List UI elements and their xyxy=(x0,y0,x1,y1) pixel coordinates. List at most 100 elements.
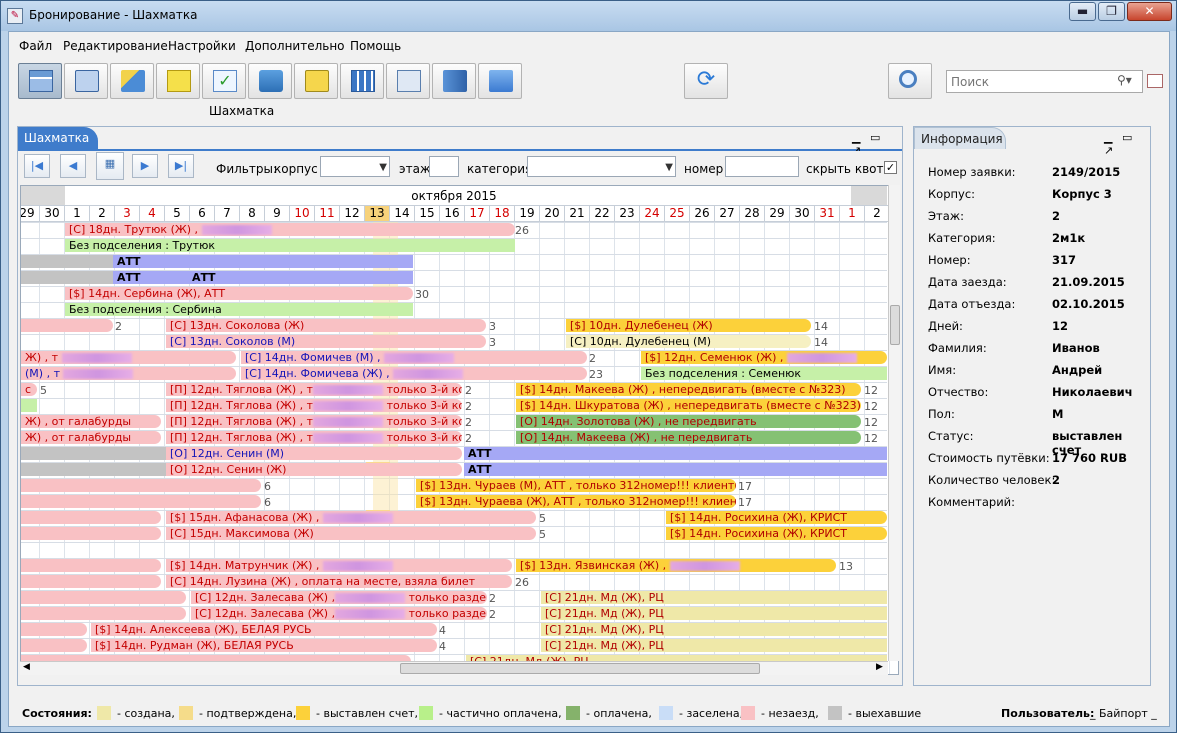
booking-bar[interactable]: (М) , т xyxy=(21,367,236,380)
day-header-cell[interactable]: 26 xyxy=(690,206,715,222)
booking-bar[interactable]: [О] 14дн. Макеева (Ж) , не передвигать xyxy=(516,431,861,444)
close-button[interactable]: ✕ xyxy=(1127,2,1172,21)
booking-bar[interactable] xyxy=(21,591,186,604)
menu-help[interactable]: Помощь xyxy=(350,39,401,53)
calendar-button[interactable]: ▦ xyxy=(96,152,124,180)
booking-bar[interactable] xyxy=(21,463,166,476)
door-button[interactable] xyxy=(432,63,476,99)
booking-bar[interactable]: [$] 14дн. Матрунчик (Ж) , xyxy=(166,559,512,572)
booking-bar[interactable] xyxy=(21,319,113,332)
booking-bar[interactable]: Без подселения : Сербина xyxy=(65,303,413,316)
day-header-cell[interactable]: 20 xyxy=(540,206,565,222)
booking-bar[interactable] xyxy=(21,447,166,460)
booking-bar[interactable]: [$] 14дн. Рудман (Ж), БЕЛАЯ РУСЬ xyxy=(91,639,437,652)
day-header-cell[interactable]: 11 xyxy=(315,206,340,222)
booking-bar[interactable] xyxy=(21,575,161,588)
booking-bar[interactable]: [П] 12дн. Тяглова (Ж) , т только 3-й кор xyxy=(166,431,462,444)
booking-bar[interactable]: [$] 13дн. Язвинская (Ж) , xyxy=(516,559,836,572)
day-header-cell[interactable]: 28 xyxy=(740,206,765,222)
booking-bar[interactable]: [С] 14дн. Фомичева (Ж) , xyxy=(241,367,587,380)
booking-bar[interactable]: [С] 21дн. Мд (Ж), РЦ xyxy=(541,639,887,652)
booking-bar[interactable]: [С] 12дн. Залесава (Ж) , только разде xyxy=(191,591,487,604)
booking-bar[interactable]: [С] 15дн. Максимова (Ж) xyxy=(166,527,536,540)
booking-bar[interactable]: [С] 21дн. Мд (Ж), РЦ xyxy=(541,623,887,636)
vertical-scrollbar[interactable] xyxy=(888,185,900,661)
booking-bar[interactable]: [$] 14дн. Алексеева (Ж), БЕЛАЯ РУСЬ xyxy=(91,623,437,636)
booking-bar[interactable] xyxy=(21,495,261,508)
booking-bar[interactable]: [$] 13дн. Чураев (М), АТТ , только 312но… xyxy=(416,479,736,492)
day-header-cell[interactable]: 6 xyxy=(190,206,215,222)
booking-bar[interactable]: [$] 14дн. Макеева (Ж) , непередвигать (в… xyxy=(516,383,861,396)
search-input[interactable] xyxy=(947,71,1112,92)
booking-bar[interactable]: [С] 14дн. Фомичев (М) , xyxy=(241,351,587,364)
day-header-cell[interactable]: 2 xyxy=(865,206,890,222)
booking-bar[interactable]: [П] 12дн. Тяглова (Ж) , т только 3-й кор xyxy=(166,383,462,396)
scroll-right-arrow-icon[interactable]: ▶ xyxy=(876,662,883,672)
day-header-cell[interactable]: 22 xyxy=(590,206,615,222)
next-page-button[interactable]: ▶ xyxy=(132,154,158,178)
booking-bar[interactable] xyxy=(21,607,186,620)
first-page-button[interactable]: |◀ xyxy=(24,154,50,178)
day-header-cell[interactable]: 12 xyxy=(340,206,365,222)
korpus-select[interactable]: ▼ xyxy=(320,156,390,177)
day-header-cell[interactable]: 9 xyxy=(265,206,290,222)
nomer-field[interactable] xyxy=(725,156,799,177)
day-header-cell[interactable]: 23 xyxy=(615,206,640,222)
folder-button[interactable] xyxy=(156,63,200,99)
horizontal-scroll-thumb[interactable] xyxy=(400,663,760,674)
day-header-cell[interactable]: 8 xyxy=(240,206,265,222)
booking-bar[interactable]: [О] 12дн. Сенин (М) xyxy=(166,447,462,460)
day-header-cell[interactable]: 29 xyxy=(765,206,790,222)
booking-bar[interactable]: [С] 12дн. Залесава (Ж) , только разде xyxy=(191,607,487,620)
booking-bar[interactable]: [С] 13дн. Соколова (Ж) xyxy=(166,319,486,332)
day-header-cell[interactable]: 15 xyxy=(415,206,440,222)
minimize-button[interactable]: ▬ xyxy=(1069,2,1096,21)
day-header-cell[interactable]: 7 xyxy=(215,206,240,222)
day-header-cell[interactable]: 30 xyxy=(40,206,65,222)
tab-chess[interactable]: Шахматка xyxy=(18,127,98,149)
booking-bar[interactable] xyxy=(21,479,261,492)
booking-bar[interactable]: [$] 14дн. Росихина (Ж), КРИСТ xyxy=(666,511,887,524)
booking-bar[interactable]: [П] 12дн. Тяглова (Ж) , т только 3-й кор xyxy=(166,399,462,412)
booking-bar[interactable]: АТТ xyxy=(464,447,887,460)
day-header-cell[interactable]: 25 xyxy=(665,206,690,222)
booking-bar[interactable]: [О] 14дн. Золотова (Ж) , не передвигать xyxy=(516,415,861,428)
booking-bar[interactable]: [$] 15дн. Афанасова (Ж) , xyxy=(166,511,536,524)
chess-grid-button[interactable] xyxy=(18,63,62,99)
day-header-cell[interactable]: 13 xyxy=(365,206,390,222)
booking-bar[interactable]: [С] 10дн. Дулебенец (М) xyxy=(566,335,811,348)
tab-info[interactable]: Информация xyxy=(914,127,1006,149)
day-header-cell[interactable]: 10 xyxy=(290,206,315,222)
day-header-cell[interactable]: 16 xyxy=(440,206,465,222)
maximize-button[interactable]: ❐ xyxy=(1098,2,1125,21)
booking-bar[interactable]: [С] 21дн. Мд (Ж), РЦ xyxy=(541,607,887,620)
menu-settings[interactable]: Настройки xyxy=(168,39,236,53)
booking-bar[interactable]: [С] 21дн. Мд (Ж), РЦ xyxy=(541,591,887,604)
booking-bar[interactable]: Ж) , т xyxy=(21,351,236,364)
horizontal-scrollbar[interactable]: ◀ ▶ xyxy=(20,661,888,675)
hide-quotas-checkbox[interactable]: ✓ xyxy=(884,161,897,174)
day-header-cell[interactable]: 24 xyxy=(640,206,665,222)
last-page-button[interactable]: ▶| xyxy=(168,154,194,178)
menu-edit[interactable]: Редактирование xyxy=(63,39,168,53)
day-header-cell[interactable]: 4 xyxy=(140,206,165,222)
day-header-cell[interactable]: 29 xyxy=(21,206,40,222)
booking-bar[interactable]: Ж) , от галабурды xyxy=(21,415,161,428)
panel-window-controls[interactable]: ▁ ▭ ↗ xyxy=(1104,131,1150,157)
booking-bar[interactable]: [$] 12дн. Семенюк (Ж) , xyxy=(641,351,887,364)
booking-bar[interactable] xyxy=(21,559,161,572)
check-doc-button[interactable]: ✓ xyxy=(202,63,246,99)
day-header-cell[interactable]: 18 xyxy=(490,206,515,222)
day-header-cell[interactable]: 5 xyxy=(165,206,190,222)
chart-button[interactable] xyxy=(110,63,154,99)
refresh-button[interactable]: ⟳ xyxy=(684,63,728,99)
day-header-cell[interactable]: 17 xyxy=(465,206,490,222)
booking-bar[interactable]: Без подселения : Трутюк xyxy=(65,239,515,252)
booking-bar[interactable]: [$] 14дн. Сербина (Ж), АТТ xyxy=(65,287,413,300)
booking-bar[interactable] xyxy=(21,527,161,540)
day-header-cell[interactable]: 3 xyxy=(115,206,140,222)
day-header-cell[interactable]: 19 xyxy=(515,206,540,222)
booking-bar[interactable]: с xyxy=(21,383,37,396)
lock-button[interactable] xyxy=(294,63,338,99)
calculator-button[interactable] xyxy=(386,63,430,99)
